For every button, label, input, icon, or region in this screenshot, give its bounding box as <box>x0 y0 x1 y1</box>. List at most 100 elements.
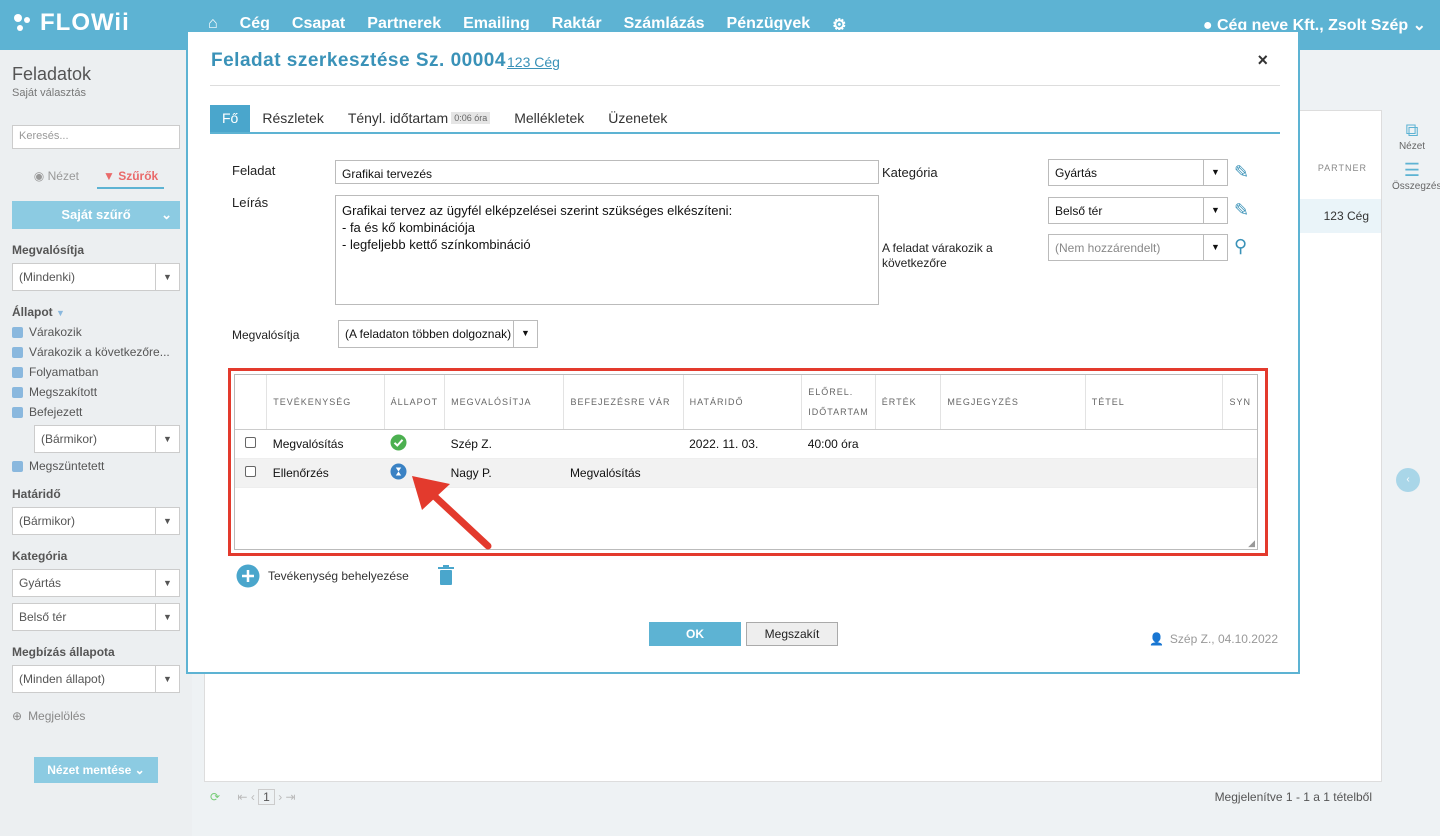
tab-actual-duration[interactable]: Tényl. időtartam 0:06 óra <box>336 105 502 132</box>
column-header[interactable]: MEGJEGYZÉS <box>940 375 1086 430</box>
save-view-button[interactable]: Nézet mentése ⌄ <box>34 757 158 783</box>
partner-column-header: PARTNER <box>1317 163 1367 173</box>
column-header[interactable]: ÁLLAPOT <box>384 375 446 430</box>
column-header[interactable]: HATÁRIDŐ <box>683 375 803 430</box>
row-checkbox[interactable] <box>245 436 257 448</box>
chevron-down-icon: ⌄ <box>161 207 172 222</box>
last-page-icon[interactable]: ⇥ <box>286 790 296 804</box>
own-filter-button[interactable]: Saját szűrő ⌄ <box>12 201 180 229</box>
category2-select[interactable]: Belső tér ▼ <box>12 603 180 631</box>
filter-icon: ▼ <box>102 169 115 183</box>
sort-down-icon[interactable]: ▼ <box>56 308 65 318</box>
edit-task-modal: Feladat szerkesztése Sz. 00004 123 Cég ×… <box>186 30 1300 674</box>
column-header[interactable]: ELŐREL. IDŐTARTAM <box>801 375 876 430</box>
status-checkbox[interactable]: Várakozik a következőre... <box>12 345 180 359</box>
realizer-select[interactable]: (Mindenki) ▼ <box>12 263 180 291</box>
task-input[interactable]: Grafikai tervezés <box>335 160 879 184</box>
ok-button[interactable]: OK <box>649 622 741 646</box>
status-checkbox[interactable]: Megszakított <box>12 385 180 399</box>
realizer-value: (Mindenki) <box>19 270 76 284</box>
waits-for-select[interactable]: (Nem hozzárendelt) ▼ <box>1048 234 1228 261</box>
marking-toggle[interactable]: ⊕ Megjelölés <box>12 709 180 723</box>
dropdown-arrow-icon: ▼ <box>155 666 179 692</box>
column-header[interactable]: TÉTEL <box>1085 375 1224 430</box>
column-header[interactable]: BEFEJEZÉSRE VÁR <box>563 375 684 430</box>
eye-icon: ◉ <box>33 169 45 183</box>
prev-page-icon[interactable]: ‹ <box>251 790 255 804</box>
tab-main[interactable]: Fő <box>210 105 251 132</box>
logo[interactable]: FLOWii <box>12 9 130 37</box>
realizer-value: (A feladaton többen dolgoznak) <box>345 327 512 341</box>
status-checkbox[interactable]: Várakozik <box>12 325 180 339</box>
pager: ⟳ ⇤ ‹ 1 › ⇥ Megjelenítve 1 - 1 a 1 tétel… <box>204 789 1382 805</box>
resize-handle-icon[interactable]: ◢ <box>1248 538 1255 549</box>
table-row[interactable]: Megvalósítás Szép Z. 2022. 11. 03. 40:00… <box>235 429 1257 459</box>
subcategory-select[interactable]: Belső tér ▼ <box>1048 197 1228 224</box>
waits-for-value: (Nem hozzárendelt) <box>1055 241 1161 255</box>
category-label: Kategória <box>12 549 68 563</box>
duration-badge: 0:06 óra <box>451 112 491 124</box>
next-page-icon[interactable]: › <box>278 790 282 804</box>
plus-circle-icon: ⊕ <box>12 709 23 723</box>
status-label: Állapot ▼ <box>12 305 180 319</box>
author-info: 👤 Szép Z., 04.10.2022 <box>1149 632 1278 646</box>
order-status-value: (Minden állapot) <box>19 672 106 686</box>
refresh-icon[interactable]: ⟳ <box>210 790 220 804</box>
close-icon[interactable]: × <box>1257 50 1268 71</box>
tab-filters[interactable]: ▼ Szűrők <box>96 165 165 189</box>
edit-pencil-icon[interactable]: ✎ <box>1234 162 1249 183</box>
edit-pencil-icon[interactable]: ✎ <box>1234 200 1249 221</box>
first-page-icon[interactable]: ⇤ <box>237 790 247 804</box>
trash-icon[interactable] <box>438 565 454 585</box>
status-option: Befejezett <box>29 405 83 419</box>
category-select[interactable]: Gyártás ▼ <box>1048 159 1228 186</box>
tab-actual-duration-label: Tényl. időtartam <box>347 110 449 126</box>
dropdown-arrow-icon: ▼ <box>155 604 179 630</box>
sidebar-title: Feladatok <box>12 64 92 84</box>
checkbox-checked-icon <box>12 346 23 358</box>
subcategory-value: Belső tér <box>1055 204 1103 218</box>
column-header[interactable]: MEGVALÓSÍTJA <box>444 375 565 430</box>
status-checkbox[interactable]: Befejezett <box>12 405 180 419</box>
category-value: Gyártás <box>19 576 62 590</box>
realizer-select[interactable]: (A feladaton többen dolgoznak) ▼ <box>338 320 538 348</box>
tab-attachments[interactable]: Mellékletek <box>502 105 596 132</box>
list-icon[interactable]: ☰ <box>1392 160 1432 181</box>
company-link[interactable]: 123 Cég <box>507 54 560 70</box>
deadline-select[interactable]: (Bármikor) ▼ <box>12 507 180 535</box>
chevron-down-icon: ⌄ <box>1412 17 1426 34</box>
tab-details[interactable]: Részletek <box>250 105 335 132</box>
column-header[interactable]: SYN <box>1222 375 1257 430</box>
column-header[interactable]: TEVÉKENYSÉG <box>266 375 385 430</box>
page-number[interactable]: 1 <box>258 789 275 805</box>
checkbox-checked-icon <box>12 460 23 472</box>
search-input[interactable]: Keresés... <box>12 125 180 149</box>
tab-messages[interactable]: Üzenetek <box>596 105 679 132</box>
status-checkbox[interactable]: Folyamatban <box>12 365 180 379</box>
user-add-icon: 👤 <box>1148 632 1164 646</box>
column-header[interactable]: ÉRTÉK <box>875 375 942 430</box>
author-text: Szép Z., 04.10.2022 <box>1169 632 1278 646</box>
finished-when-select[interactable]: (Bármikor) ▼ <box>34 425 180 453</box>
flowii-logo-icon <box>14 14 30 31</box>
category-select[interactable]: Gyártás ▼ <box>12 569 180 597</box>
terminated-label: Megszüntetett <box>29 459 105 473</box>
table-row[interactable]: Ellenőrzés Nagy P. Megvalósítás <box>235 458 1257 488</box>
add-activity-button[interactable]: Tevékenység behelyezése <box>236 564 409 588</box>
category2-value: Belső tér <box>19 610 67 624</box>
order-status-select[interactable]: (Minden állapot) ▼ <box>12 665 180 693</box>
cancel-button[interactable]: Megszakít <box>746 622 838 646</box>
activity-grid: TEVÉKENYSÉG ÁLLAPOT MEGVALÓSÍTJA BEFEJEZ… <box>234 374 1258 550</box>
search-icon[interactable]: ⚲ <box>1234 236 1247 257</box>
external-view-icon[interactable]: ⧉ <box>1392 120 1432 141</box>
status-label-text: Állapot <box>12 305 53 319</box>
realizer-cell: Szép Z. <box>444 429 564 459</box>
collapse-left-icon[interactable]: ‹ <box>1396 468 1420 492</box>
realizer-label: Megvalósítja <box>232 328 300 342</box>
row-checkbox[interactable] <box>245 465 257 477</box>
tab-view[interactable]: ◉ Nézet <box>28 165 85 189</box>
terminated-checkbox[interactable]: Megszüntetett <box>12 459 180 473</box>
red-arrow-annotation-icon <box>412 476 492 550</box>
description-textarea[interactable]: Grafikai tervez az ügyfél elképzelései s… <box>335 195 879 305</box>
checkbox-checked-icon <box>12 406 23 418</box>
